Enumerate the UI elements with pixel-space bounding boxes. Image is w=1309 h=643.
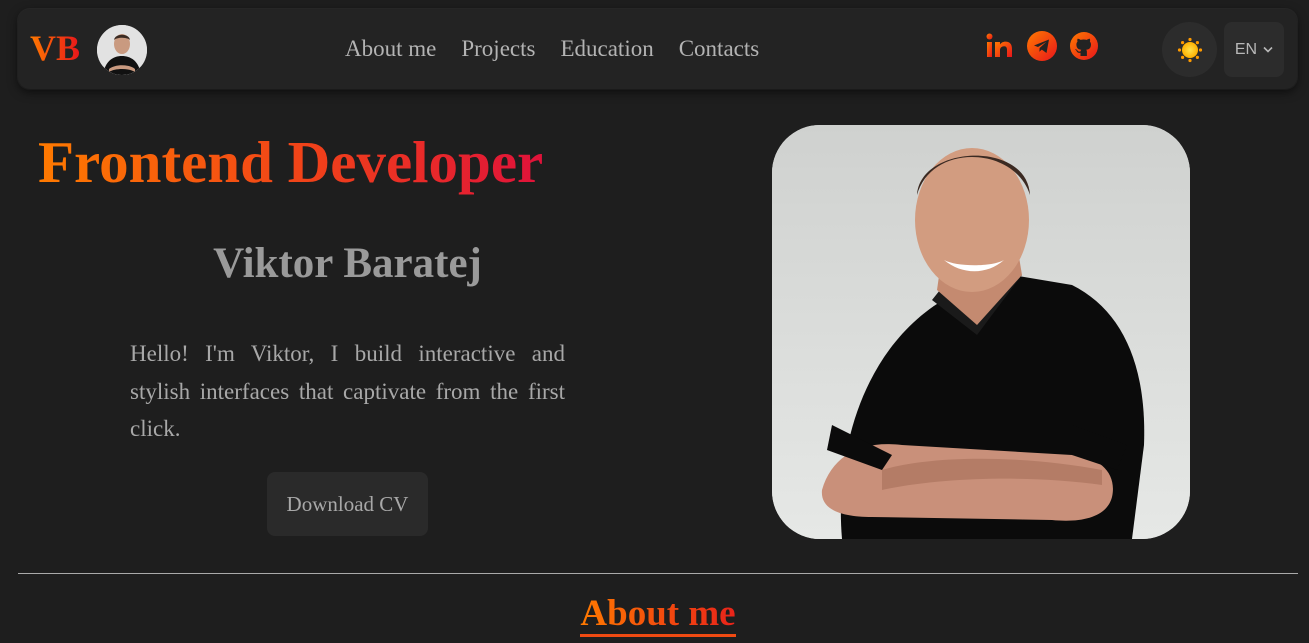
avatar[interactable]: [97, 25, 147, 75]
github-icon[interactable]: [1069, 31, 1099, 61]
hero-title: Frontend Developer: [38, 129, 544, 195]
portrait-image: [772, 125, 1190, 539]
nav-item-contacts[interactable]: Contacts: [679, 33, 760, 65]
about-section-title: About me: [0, 590, 1309, 638]
profile-photo: [772, 125, 1190, 539]
linkedin-icon[interactable]: [985, 31, 1015, 61]
about-section-link[interactable]: About me: [580, 593, 736, 637]
main-nav: About me Projects Education Contacts: [345, 33, 784, 65]
hero-name: Viktor Baratej: [213, 240, 482, 287]
language-value: EN: [1234, 40, 1258, 58]
chevron-down-icon: [1263, 46, 1273, 53]
page: VB About me Projects Education Contacts: [0, 0, 1309, 643]
hero-intro: Hello! I'm Viktor, I build interactive a…: [130, 341, 565, 441]
nav-item-education[interactable]: Education: [560, 33, 653, 65]
download-cv-button[interactable]: Download CV: [267, 472, 428, 536]
section-divider: [18, 573, 1298, 574]
nav-item-about[interactable]: About me: [345, 33, 436, 65]
avatar-image: [97, 25, 147, 75]
nav-item-projects[interactable]: Projects: [461, 33, 535, 65]
social-links: [985, 31, 1111, 61]
sun-icon: [1177, 37, 1202, 62]
logo[interactable]: VB: [30, 28, 80, 68]
site-header: VB About me Projects Education Contacts: [18, 9, 1297, 89]
telegram-icon[interactable]: [1027, 31, 1057, 61]
language-select[interactable]: EN: [1224, 22, 1284, 77]
theme-toggle-button[interactable]: [1162, 22, 1217, 77]
